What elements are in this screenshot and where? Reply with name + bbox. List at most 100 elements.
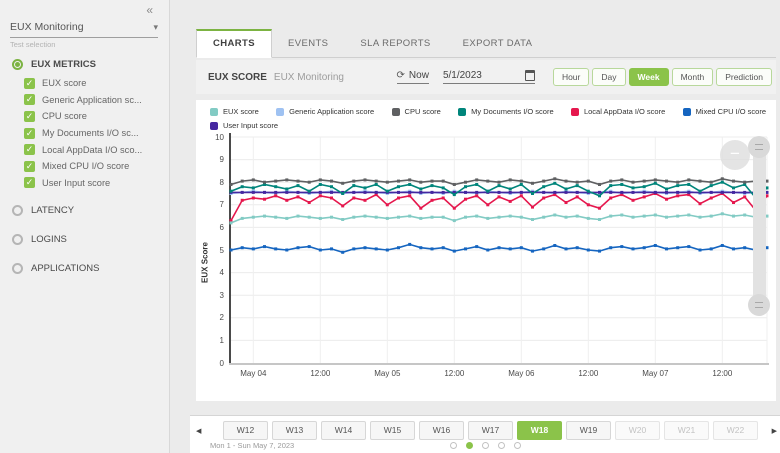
range-button-hour[interactable]: Hour [553,68,589,86]
tab-charts[interactable]: CHARTS [196,29,272,58]
chart-title: EUX SCORE [208,72,267,83]
y-tick-label: 8 [204,178,224,187]
radio-icon [12,205,23,216]
metric-item-mixed-cpu-i-o-score[interactable]: ✓Mixed CPU I/O score [24,158,165,175]
range-button-group: HourDayWeekMonthPrediction [553,68,772,86]
week-button-w19[interactable]: W19 [566,421,611,440]
sidebar-group-logins[interactable]: LOGINS [12,228,165,250]
x-tick-label: May 04 [228,369,278,378]
tab-sla-reports[interactable]: SLA REPORTS [344,31,446,57]
range-button-day[interactable]: Day [592,68,625,86]
pagination-dots [190,442,780,449]
radio-icon [12,263,23,274]
week-button-w13[interactable]: W13 [272,421,317,440]
sidebar-collapse-icon[interactable]: « [146,3,153,17]
week-button-w15[interactable]: W15 [370,421,415,440]
pagination-dot-5[interactable] [514,442,521,449]
week-button-w18[interactable]: W18 [517,421,562,440]
refresh-now-button[interactable]: ⟳ Now [397,70,429,84]
x-tick-label: 12:00 [295,369,345,378]
sidebar-group-applications[interactable]: APPLICATIONS [12,257,165,279]
week-button-w22: W22 [713,421,758,440]
range-button-prediction[interactable]: Prediction [716,68,772,86]
x-tick-label: May 07 [630,369,680,378]
metric-item-eux-score[interactable]: ✓ EUX score [24,75,165,92]
zoom-out-button[interactable]: − [720,140,750,170]
legend-item-user-input-score[interactable]: User Input score [210,121,278,130]
week-button-w14[interactable]: W14 [321,421,366,440]
tab-events[interactable]: EVENTS [272,31,344,57]
prev-week-page-arrow[interactable]: ◀ [196,427,201,435]
sidebar-group-eux-metrics[interactable]: EUX METRICS [12,56,165,72]
tab-bar: CHARTSEVENTSSLA REPORTSEXPORT DATA [196,30,776,58]
x-tick-label: 12:00 [563,369,613,378]
metric-list: ✓ EUX score ✓Generic Application sc...✓CPU… [24,75,165,191]
tab-export-data[interactable]: EXPORT DATA [447,31,549,57]
checkbox-checked-icon: ✓ [24,128,35,139]
legend-item-local-appdata-i-o-score[interactable]: Local AppData I/O score [571,107,665,116]
x-tick-label: May 05 [362,369,412,378]
checkbox-checked-icon: ✓ [24,144,35,155]
radio-icon [12,234,23,245]
legend-swatch [276,108,284,116]
x-tick-label: May 06 [496,369,546,378]
eux-score-line-chart[interactable] [229,132,769,368]
week-button-w16[interactable]: W16 [419,421,464,440]
y-tick-label: 0 [204,359,224,368]
metric-item-generic-application-sc[interactable]: ✓Generic Application sc... [24,92,165,109]
week-selector-bar: ◀ ▶ W12W13W14W15W16W17W18W19W20W21W22 Mo… [190,415,780,453]
legend-item-eux-score[interactable]: EUX score [210,107,259,116]
legend-item-cpu-score[interactable]: CPU score [392,107,441,116]
metric-item-cpu-score[interactable]: ✓CPU score [24,108,165,125]
sidebar: « EUX Monitoring ▾ Test selection EUX ME… [0,0,170,453]
range-button-month[interactable]: Month [672,68,714,86]
y-tick-label: 6 [204,223,224,232]
week-button-w20: W20 [615,421,660,440]
date-value: 5/1/2023 [443,70,482,81]
legend-label: Local AppData I/O score [584,107,665,116]
pagination-dot-4[interactable] [498,442,505,449]
sidebar-group-label: LOGINS [31,234,67,245]
pagination-dot-3[interactable] [482,442,489,449]
legend-item-mixed-cpu-i-o-score[interactable]: Mixed CPU I/O score [683,107,766,116]
date-input[interactable]: 5/1/2023 [443,70,535,84]
metric-item-user-input-score[interactable]: ✓User Input score [24,175,165,192]
metric-label: EUX score [42,78,86,88]
y-range-slider[interactable] [753,144,766,308]
x-tick-label: 12:00 [429,369,479,378]
legend-swatch [458,108,466,116]
metric-label: My Documents I/O sc... [42,128,139,138]
next-week-page-arrow[interactable]: ▶ [772,427,777,435]
legend-item-my-documents-i-o-score[interactable]: My Documents I/O score [458,107,554,116]
y-axis-title: EUX Score [201,233,210,293]
slider-handle-top[interactable] [748,136,770,158]
week-button-w12[interactable]: W12 [223,421,268,440]
legend-item-generic-application-score[interactable]: Generic Application score [276,107,374,116]
sidebar-nav: EUX METRICS ✓ EUX score ✓Generic Applicatio… [12,56,165,279]
checkbox-checked-icon: ✓ [24,94,35,105]
chart-card: EUX score Generic Application score CPU sc… [196,100,776,401]
slider-handle-bottom[interactable] [748,294,770,316]
y-tick-label: 4 [204,268,224,277]
radio-icon [12,59,23,70]
sidebar-group-latency[interactable]: LATENCY [12,199,165,221]
checkbox-checked-icon: ✓ [24,78,35,89]
checkbox-checked-icon: ✓ [24,177,35,188]
legend-label: EUX score [223,107,259,116]
week-buttons: W12W13W14W15W16W17W18W19W20W21W22 [223,421,758,440]
test-selector-caption: Test selection [10,40,55,49]
y-tick-label: 1 [204,336,224,345]
metric-item-my-documents-i-o-sc[interactable]: ✓ My Documents I/O sc... [24,125,165,142]
legend-swatch [210,122,218,130]
test-selector-dropdown[interactable]: EUX Monitoring ▾ [10,21,158,38]
x-tick-label: 12:00 [697,369,747,378]
pagination-dot-2[interactable] [466,442,473,449]
calendar-icon [525,70,535,81]
week-button-w17[interactable]: W17 [468,421,513,440]
legend-label: Generic Application score [289,107,374,116]
metric-label: Mixed CPU I/O score [42,161,129,171]
range-button-week[interactable]: Week [629,68,669,86]
y-tick-label: 5 [204,246,224,255]
metric-item-local-appdata-i-o-sco[interactable]: ✓Local AppData I/O sco... [24,141,165,158]
pagination-dot-1[interactable] [450,442,457,449]
